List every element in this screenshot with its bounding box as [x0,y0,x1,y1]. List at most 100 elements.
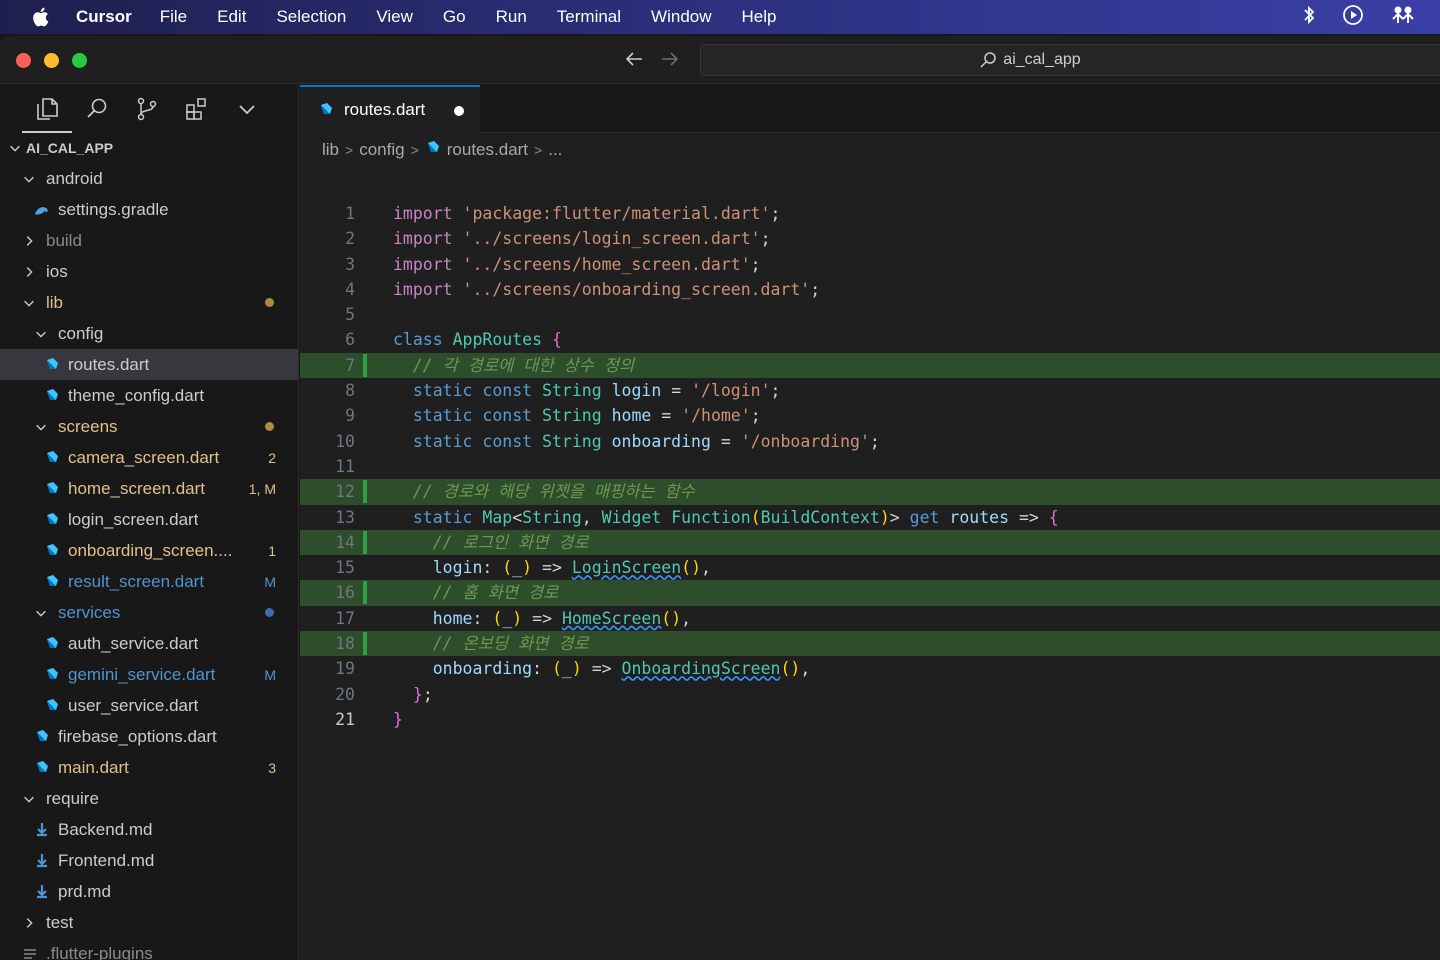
menu-edit[interactable]: Edit [217,7,246,27]
tree-item-config[interactable]: config [0,318,298,349]
zoom-window-button[interactable] [72,53,87,68]
breadcrumb-file[interactable]: routes.dart [447,140,528,160]
tree-item-android[interactable]: android [0,163,298,194]
tree-item-test[interactable]: test [0,907,298,938]
tree-item-require[interactable]: require [0,783,298,814]
tree-item-label: services [58,602,121,622]
code-line[interactable]: 5 [300,302,1440,327]
tree-item-login-screen-dart[interactable]: login_screen.dart [0,504,298,535]
code-line[interactable]: 10 static const String onboarding = '/on… [300,429,1440,454]
tree-item-frontend-md[interactable]: Frontend.md [0,845,298,876]
menu-app-name[interactable]: Cursor [76,7,132,27]
forward-arrow-icon[interactable] [658,47,682,71]
line-number: 15 [335,558,355,578]
activity-bar [0,85,298,133]
unsaved-indicator[interactable] [454,106,464,116]
tree-item-prd-md[interactable]: prd.md [0,876,298,907]
apple-icon[interactable] [26,3,54,31]
play-circle-icon[interactable] [1342,4,1364,31]
git-added-marker[interactable] [363,353,367,377]
menu-selection[interactable]: Selection [276,7,346,27]
extensions-icon[interactable] [172,85,222,133]
code-line[interactable]: 11 [300,454,1440,479]
line-number: 13 [335,507,355,527]
problem-badge: 1, M [248,480,276,497]
code-text: import '../screens/onboarding_screen.dar… [393,279,821,299]
user-switch-icon[interactable] [1390,5,1416,30]
menu-go[interactable]: Go [443,7,466,27]
minimize-window-button[interactable] [44,53,59,68]
tree-item-routes-dart[interactable]: routes.dart [0,349,298,380]
tab-label: routes.dart [344,100,426,119]
code-line[interactable]: 13 static Map<String, Widget Function(Bu… [300,505,1440,530]
git-added-marker[interactable] [363,480,367,504]
tree-item-label: settings.gradle [58,199,169,219]
bluetooth-icon[interactable] [1302,5,1316,30]
code-editor[interactable]: 1 import 'package:flutter/material.dart';… [300,201,1440,732]
code-line[interactable]: 8 static const String login = '/login'; [300,378,1440,403]
code-line[interactable]: 3 import '../screens/home_screen.dart'; [300,252,1440,277]
menu-help[interactable]: Help [742,7,777,27]
tree-item-home-screen-dart[interactable]: home_screen.dart 1, M [0,473,298,504]
tree-item-settings-gradle[interactable]: settings.gradle [0,194,298,225]
tree-item-firebase-options-dart[interactable]: firebase_options.dart [0,721,298,752]
tree-item-main-dart[interactable]: main.dart 3 [0,752,298,783]
code-text: static const String login = '/login'; [412,381,781,401]
code-text: home: (_) => HomeScreen(), [432,608,692,628]
code-line[interactable]: 2 import '../screens/login_screen.dart'; [300,226,1440,251]
menu-file[interactable]: File [160,7,187,27]
code-line[interactable]: 20 }; [300,682,1440,707]
tree-item-ios[interactable]: ios [0,256,298,287]
source-control-icon[interactable] [122,85,172,133]
code-line[interactable]: 17 home: (_) => HomeScreen(), [300,606,1440,631]
code-line[interactable]: 16 // 홈 화면 경로 [300,580,1440,606]
tree-item-backend-md[interactable]: Backend.md [0,814,298,845]
chevron-down-icon[interactable] [222,85,272,133]
code-line[interactable]: 4 import '../screens/onboarding_screen.da… [300,277,1440,302]
tree-item-result-screen-dart[interactable]: result_screen.dart M [0,566,298,597]
code-line[interactable]: 18 // 온보딩 화면 경로 [300,631,1440,657]
git-added-marker[interactable] [363,530,367,554]
code-line[interactable]: 12 // 경로와 해당 위젯을 매핑하는 함수 [300,479,1440,505]
git-added-marker[interactable] [363,581,367,605]
tree-item-camera-screen-dart[interactable]: camera_screen.dart 2 [0,442,298,473]
code-line[interactable]: 14 // 로그인 화면 경로 [300,529,1440,556]
tree-item-lib[interactable]: lib [0,287,298,318]
code-line[interactable]: 9 static const String home = '/home'; [300,403,1440,428]
back-arrow-icon[interactable] [622,47,646,71]
tree-item-screens[interactable]: screens [0,411,298,442]
tree-item-build[interactable]: build [0,225,298,256]
breadcrumb-symbols[interactable]: ... [548,140,562,160]
explorer-icon[interactable] [22,85,72,133]
breadcrumb-config[interactable]: config [359,140,404,160]
code-line[interactable]: 7 // 각 경로에 대한 상수 정의 [300,352,1440,379]
menu-run[interactable]: Run [496,7,527,27]
code-line[interactable]: 1 import 'package:flutter/material.dart'; [300,201,1440,226]
tab-bar: routes.dart [300,85,1440,133]
tree-item-label: camera_screen.dart [68,447,220,467]
command-center-search[interactable]: ai_cal_app [700,44,1440,76]
active-view-indicator [22,131,72,133]
git-added-marker[interactable] [363,632,367,656]
dart-file-icon [44,481,60,497]
tab-routes-dart[interactable]: routes.dart [300,85,480,133]
code-line[interactable]: 6 class AppRoutes { [300,327,1440,352]
tree-item-onboarding-screen[interactable]: onboarding_screen.... 1 [0,535,298,566]
menu-window[interactable]: Window [651,7,711,27]
menu-view[interactable]: View [376,7,413,27]
tree-item-theme-config-dart[interactable]: theme_config.dart [0,380,298,411]
explorer-root-header[interactable]: AI_CAL_APP [0,133,298,163]
code-line[interactable]: 15 login: (_) => LoginScreen(), [300,555,1440,580]
search-icon[interactable] [72,85,122,133]
code-line[interactable]: 21} [300,707,1440,732]
tree-item-services[interactable]: services [0,597,298,628]
tree-item-gemini-service-dart[interactable]: gemini_service.dart M [0,659,298,690]
tree-item-user-service-dart[interactable]: user_service.dart [0,690,298,721]
close-window-button[interactable] [16,53,31,68]
tree-item-auth-service-dart[interactable]: auth_service.dart [0,628,298,659]
code-line[interactable]: 19 onboarding: (_) => OnboardingScreen()… [300,656,1440,681]
tree-item-label: routes.dart [68,354,150,374]
tree-item--flutter-plugins[interactable]: .flutter-plugins [0,938,298,960]
breadcrumb-lib[interactable]: lib [322,140,339,160]
menu-terminal[interactable]: Terminal [557,7,621,27]
